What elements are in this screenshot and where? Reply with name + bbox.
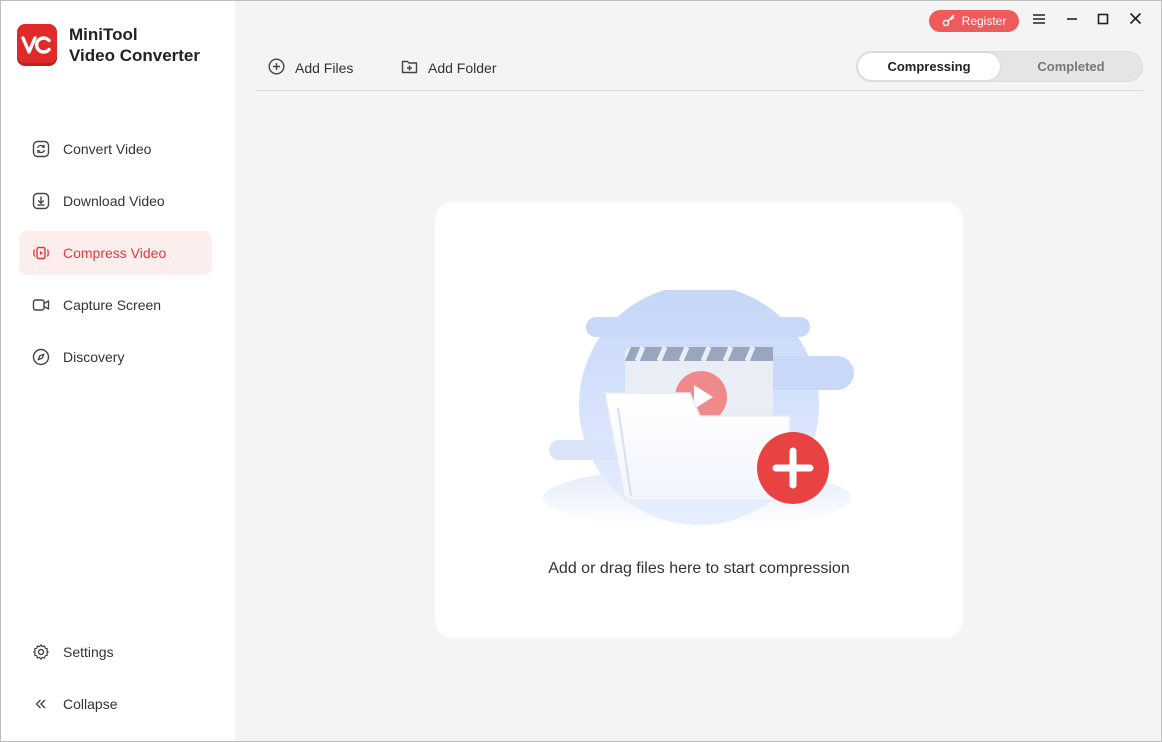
add-folder-icon [401,58,418,78]
add-circle-icon [268,58,285,78]
minimize-icon [1066,12,1078,30]
sidebar-item-label: Convert Video [63,141,152,157]
maximize-button[interactable] [1092,10,1114,32]
double-chevron-left-icon [32,695,50,713]
status-tabs: Compressing Completed [856,51,1143,82]
toolbar-divider [255,90,1143,91]
register-button[interactable]: Register [929,10,1019,32]
compass-icon [32,348,50,366]
sidebar-item-label: Capture Screen [63,297,162,313]
sidebar-nav: Convert Video Download Video Compress Vi… [19,127,212,387]
add-folder-label: Add Folder [428,60,497,76]
brand: MiniTool Video Converter [17,24,200,66]
app-name-line2: Video Converter [69,46,201,65]
key-icon [942,13,956,30]
sidebar-item-download-video[interactable]: Download Video [19,179,212,223]
sidebar-item-label: Download Video [63,193,165,209]
collapse-button[interactable]: Collapse [19,682,212,726]
app-name-line1: MiniTool [69,25,138,44]
download-icon [32,192,50,210]
add-files-label: Add Files [295,60,354,76]
sidebar-item-discovery[interactable]: Discovery [19,335,212,379]
app-window: MiniTool Video Converter Convert Video D… [0,0,1162,742]
compress-icon [32,244,50,262]
close-icon [1129,12,1142,30]
sidebar: MiniTool Video Converter Convert Video D… [1,1,235,741]
drop-zone[interactable]: Add or drag files here to start compress… [435,202,963,638]
maximize-icon [1097,12,1109,30]
minimize-button[interactable] [1061,10,1083,32]
add-folder-button[interactable]: Add Folder [401,58,496,78]
add-files-illustration-icon [535,285,865,545]
vc-logo-icon [17,24,57,66]
sidebar-item-label: Compress Video [63,245,167,261]
sidebar-item-convert-video[interactable]: Convert Video [19,127,212,171]
menu-button[interactable] [1028,10,1050,32]
drop-zone-message: Add or drag files here to start compress… [548,560,850,577]
sidebar-bottom: Settings Collapse [19,630,212,734]
sidebar-item-label: Discovery [63,349,125,365]
convert-icon [32,140,50,158]
gear-icon [32,643,50,661]
close-button[interactable] [1124,10,1146,32]
settings-button[interactable]: Settings [19,630,212,674]
app-name: MiniTool Video Converter [69,24,200,66]
register-label: Register [961,14,1007,28]
sidebar-item-capture-screen[interactable]: Capture Screen [19,283,212,327]
collapse-label: Collapse [63,696,118,712]
sidebar-item-compress-video[interactable]: Compress Video [19,231,212,275]
tab-completed[interactable]: Completed [1000,53,1142,80]
menu-icon [1032,12,1046,30]
settings-label: Settings [63,644,114,660]
add-files-button[interactable]: Add Files [268,58,353,78]
camera-icon [32,296,50,314]
tab-compressing[interactable]: Compressing [858,53,1000,80]
